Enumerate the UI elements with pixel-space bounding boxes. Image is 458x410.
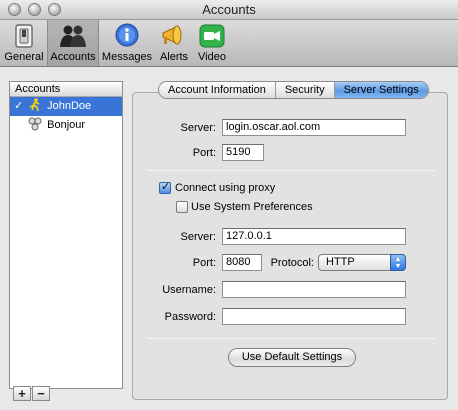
account-row-bonjour[interactable]: Bonjour bbox=[10, 116, 122, 135]
username-input[interactable] bbox=[222, 281, 406, 298]
account-name: Bonjour bbox=[47, 119, 86, 131]
protocol-value: HTTP bbox=[326, 256, 355, 268]
toolbar-accounts-label: Accounts bbox=[50, 51, 96, 63]
megaphone-icon bbox=[162, 25, 182, 45]
server-label: Server: bbox=[180, 122, 216, 134]
server-input[interactable]: login.oscar.aol.com bbox=[222, 119, 406, 136]
proxy-port-input[interactable]: 8080 bbox=[222, 254, 262, 271]
toolbar-video-label: Video bbox=[198, 51, 226, 63]
password-input[interactable] bbox=[222, 308, 406, 325]
divider bbox=[147, 338, 436, 339]
toolbar-video-button[interactable]: Video bbox=[194, 20, 230, 66]
switch-icon bbox=[15, 24, 33, 48]
bonjour-icon bbox=[28, 117, 42, 131]
info-bubble-icon bbox=[115, 23, 139, 47]
password-label: Password: bbox=[164, 311, 216, 323]
toolbar-messages-button[interactable]: Messages bbox=[101, 20, 153, 66]
tab-bar: Account Information Security Server Sett… bbox=[158, 81, 429, 99]
window-title: Accounts bbox=[202, 2, 256, 17]
people-icon bbox=[60, 25, 86, 47]
username-label: Username: bbox=[162, 284, 216, 296]
toolbar-alerts-button[interactable]: Alerts bbox=[155, 20, 193, 66]
remove-account-button[interactable]: − bbox=[32, 386, 50, 401]
enabled-check-icon[interactable]: ✓ bbox=[14, 97, 25, 116]
accounts-list-header: Accounts bbox=[10, 82, 122, 97]
toolbar-general-button[interactable]: General bbox=[2, 20, 46, 66]
proxy-server-input[interactable]: 127.0.0.1 bbox=[222, 228, 406, 245]
camera-icon bbox=[199, 24, 225, 48]
proxy-port-label: Port: bbox=[192, 257, 216, 269]
proxy-server-label: Server: bbox=[180, 231, 216, 243]
toolbar-alerts-label: Alerts bbox=[159, 51, 189, 63]
divider bbox=[147, 170, 436, 171]
protocol-select[interactable]: HTTP ▲ ▼ bbox=[318, 254, 406, 271]
account-name: JohnDoe bbox=[47, 100, 92, 112]
connect-proxy-label: Connect using proxy bbox=[175, 182, 276, 194]
use-default-settings-button[interactable]: Use Default Settings bbox=[228, 348, 356, 367]
port-label: Port: bbox=[192, 147, 216, 159]
use-system-preferences-label: Use System Preferences bbox=[191, 201, 313, 213]
account-row-johndoe[interactable]: ✓ JohnDoe bbox=[10, 97, 122, 116]
zoom-window-button[interactable] bbox=[48, 3, 61, 16]
popup-arrows-icon: ▲ ▼ bbox=[390, 254, 406, 271]
tab-account-information[interactable]: Account Information bbox=[159, 82, 276, 98]
aim-running-man-icon bbox=[29, 98, 40, 112]
port-input[interactable]: 5190 bbox=[222, 144, 264, 161]
toolbar-messages-label: Messages bbox=[101, 51, 153, 63]
tab-server-settings[interactable]: Server Settings bbox=[334, 82, 428, 98]
title-bar: Accounts bbox=[0, 0, 458, 20]
minimize-window-button[interactable] bbox=[28, 3, 41, 16]
toolbar-accounts-button[interactable]: Accounts bbox=[47, 20, 99, 66]
protocol-label: Protocol: bbox=[270, 257, 314, 269]
use-system-preferences-checkbox[interactable] bbox=[176, 201, 188, 213]
close-window-button[interactable] bbox=[8, 3, 21, 16]
toolbar-general-label: General bbox=[4, 51, 44, 63]
accounts-list[interactable]: Accounts ✓ JohnDoe Bonjour bbox=[9, 81, 123, 389]
connect-proxy-checkbox[interactable] bbox=[159, 180, 171, 194]
toolbar: General Accounts Messages Alerts Video bbox=[0, 20, 458, 67]
add-account-button[interactable]: + bbox=[13, 386, 31, 401]
tab-security[interactable]: Security bbox=[275, 82, 335, 98]
